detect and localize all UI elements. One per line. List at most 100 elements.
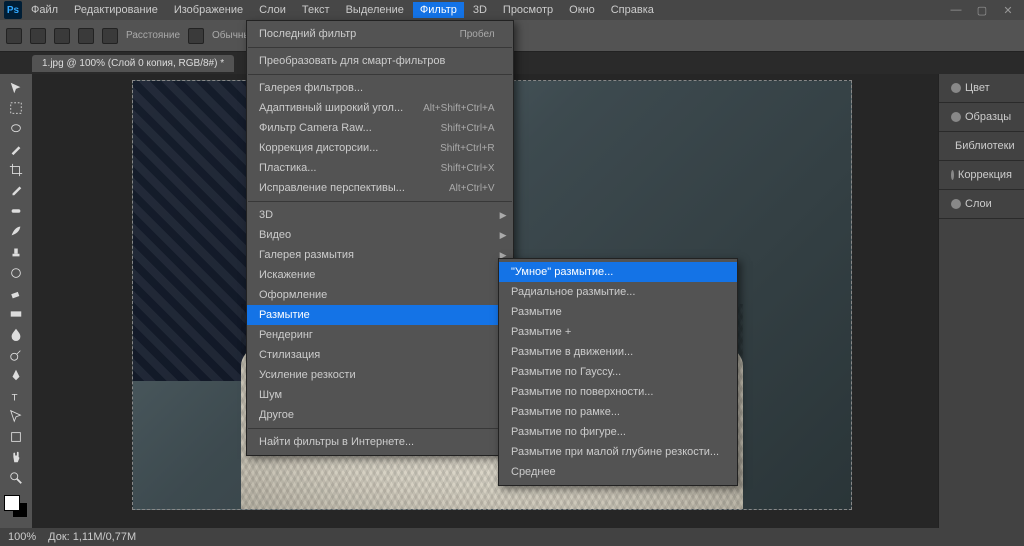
adjustments-icon	[951, 170, 954, 180]
menu-item-browse-filters[interactable]: Найти фильтры в Интернете...	[247, 432, 513, 452]
blur-tool[interactable]	[2, 324, 30, 344]
tool-preset-icon[interactable]	[6, 28, 22, 44]
menu-help[interactable]: Справка	[604, 2, 661, 18]
move-tool[interactable]	[2, 78, 30, 98]
menu-item-label: Шум	[259, 389, 495, 401]
submenu-item[interactable]: Радиальное размытие...	[499, 282, 737, 302]
wand-tool[interactable]	[2, 140, 30, 160]
zoom-tool[interactable]	[2, 468, 30, 488]
selection-subtract-icon[interactable]	[78, 28, 94, 44]
menu-item-размытие[interactable]: Размытие▶	[247, 305, 513, 325]
submenu-item[interactable]: Размытие в движении...	[499, 342, 737, 362]
menu-separator	[248, 428, 512, 429]
menu-item-label: Галерея фильтров...	[259, 82, 495, 94]
panel-swatches[interactable]: Образцы	[939, 103, 1024, 132]
option-value[interactable]	[188, 28, 204, 44]
submenu-item[interactable]: Размытие	[499, 302, 737, 322]
panel-layers[interactable]: Слои	[939, 190, 1024, 219]
menu-3d[interactable]: 3D	[466, 2, 494, 18]
brush-tool[interactable]	[2, 222, 30, 242]
menu-item-lens-correction[interactable]: Коррекция дисторсии...Shift+Ctrl+R	[247, 138, 513, 158]
menu-item-усиление-резкости[interactable]: Усиление резкости▶	[247, 365, 513, 385]
panel-color[interactable]: Цвет	[939, 74, 1024, 103]
menu-item-стилизация[interactable]: Стилизация▶	[247, 345, 513, 365]
menu-text[interactable]: Текст	[295, 2, 337, 18]
submenu-item[interactable]: Среднее	[499, 462, 737, 482]
close-button[interactable]: ✕	[996, 2, 1020, 18]
panel-adjustments[interactable]: Коррекция	[939, 161, 1024, 190]
heal-tool[interactable]	[2, 201, 30, 221]
history-brush-tool[interactable]	[2, 263, 30, 283]
menu-item-искажение[interactable]: Искажение▶	[247, 265, 513, 285]
menu-item-видео[interactable]: Видео▶	[247, 225, 513, 245]
app-icon: Ps	[4, 1, 22, 19]
marquee-tool[interactable]	[2, 99, 30, 119]
menu-item-shortcut: Shift+Ctrl+R	[440, 143, 494, 154]
document-tab[interactable]: 1.jpg @ 100% (Слой 0 копия, RGB/8#) *	[32, 55, 234, 72]
path-tool[interactable]	[2, 407, 30, 427]
menu-item-label: Видео	[259, 229, 495, 241]
zoom-level[interactable]: 100%	[8, 531, 36, 543]
panel-label: Коррекция	[958, 169, 1012, 181]
menu-file[interactable]: Файл	[24, 2, 65, 18]
menu-item-оформление[interactable]: Оформление▶	[247, 285, 513, 305]
menu-view[interactable]: Просмотр	[496, 2, 560, 18]
menu-item-label: Усиление резкости	[259, 369, 495, 381]
dodge-tool[interactable]	[2, 345, 30, 365]
submenu-item[interactable]: Размытие +	[499, 322, 737, 342]
maximize-button[interactable]: ▢	[970, 2, 994, 18]
submenu-item[interactable]: Размытие по Гауссу...	[499, 362, 737, 382]
menu-item-label: Размытие +	[511, 326, 719, 338]
window-controls: — ▢ ✕	[944, 2, 1020, 18]
lasso-tool[interactable]	[2, 119, 30, 139]
menu-select[interactable]: Выделение	[339, 2, 411, 18]
color-swatch[interactable]	[4, 495, 28, 518]
menu-item-label: Пластика...	[259, 162, 421, 174]
menu-item-label: Размытие по рамке...	[511, 406, 719, 418]
menu-item-рендеринг[interactable]: Рендеринг▶	[247, 325, 513, 345]
stamp-tool[interactable]	[2, 242, 30, 262]
menu-item-label: Размытие в движении...	[511, 346, 719, 358]
menu-image[interactable]: Изображение	[167, 2, 250, 18]
selection-add-icon[interactable]	[54, 28, 70, 44]
panel-libraries[interactable]: Библиотеки	[939, 132, 1024, 161]
menu-item-last-filter[interactable]: Последний фильтр Пробел	[247, 24, 513, 44]
menu-filter[interactable]: Фильтр	[413, 2, 464, 18]
blur-submenu: "Умное" размытие...Радиальное размытие..…	[498, 258, 738, 486]
menu-item-smart-filter[interactable]: Преобразовать для смарт-фильтров	[247, 51, 513, 71]
gradient-tool[interactable]	[2, 304, 30, 324]
selection-intersect-icon[interactable]	[102, 28, 118, 44]
menu-item-галерея-размытия[interactable]: Галерея размытия▶	[247, 245, 513, 265]
submenu-item[interactable]: Размытие по рамке...	[499, 402, 737, 422]
submenu-item[interactable]: Размытие при малой глубине резкости...	[499, 442, 737, 462]
menu-item-шум[interactable]: Шум▶	[247, 385, 513, 405]
menu-window[interactable]: Окно	[562, 2, 602, 18]
right-panel-dock: Цвет Образцы Библиотеки Коррекция Слои	[938, 74, 1024, 528]
hand-tool[interactable]	[2, 448, 30, 468]
menu-item-camera-raw[interactable]: Фильтр Camera Raw...Shift+Ctrl+A	[247, 118, 513, 138]
menu-item-label: Среднее	[511, 466, 719, 478]
selection-mode-icon[interactable]	[30, 28, 46, 44]
menu-item-другое[interactable]: Другое▶	[247, 405, 513, 425]
crop-tool[interactable]	[2, 160, 30, 180]
menu-item-label: Размытие по фигуре...	[511, 426, 719, 438]
menu-item-adaptive-wide[interactable]: Адаптивный широкий угол...Alt+Shift+Ctrl…	[247, 98, 513, 118]
menu-layers[interactable]: Слои	[252, 2, 293, 18]
filter-menu: Последний фильтр Пробел Преобразовать дл…	[246, 20, 514, 456]
menu-separator	[248, 47, 512, 48]
menu-item-liquify[interactable]: Пластика...Shift+Ctrl+X	[247, 158, 513, 178]
pen-tool[interactable]	[2, 365, 30, 385]
shape-tool[interactable]	[2, 427, 30, 447]
toolbar: T	[0, 74, 32, 528]
submenu-item[interactable]: Размытие по поверхности...	[499, 382, 737, 402]
eraser-tool[interactable]	[2, 283, 30, 303]
eyedropper-tool[interactable]	[2, 181, 30, 201]
menu-item-vanishing-point[interactable]: Исправление перспективы...Alt+Ctrl+V	[247, 178, 513, 198]
menu-edit[interactable]: Редактирование	[67, 2, 165, 18]
type-tool[interactable]: T	[2, 386, 30, 406]
submenu-item[interactable]: "Умное" размытие...	[499, 262, 737, 282]
menu-item-filter-gallery[interactable]: Галерея фильтров...	[247, 78, 513, 98]
menu-item-3d[interactable]: 3D▶	[247, 205, 513, 225]
minimize-button[interactable]: —	[944, 2, 968, 18]
submenu-item[interactable]: Размытие по фигуре...	[499, 422, 737, 442]
